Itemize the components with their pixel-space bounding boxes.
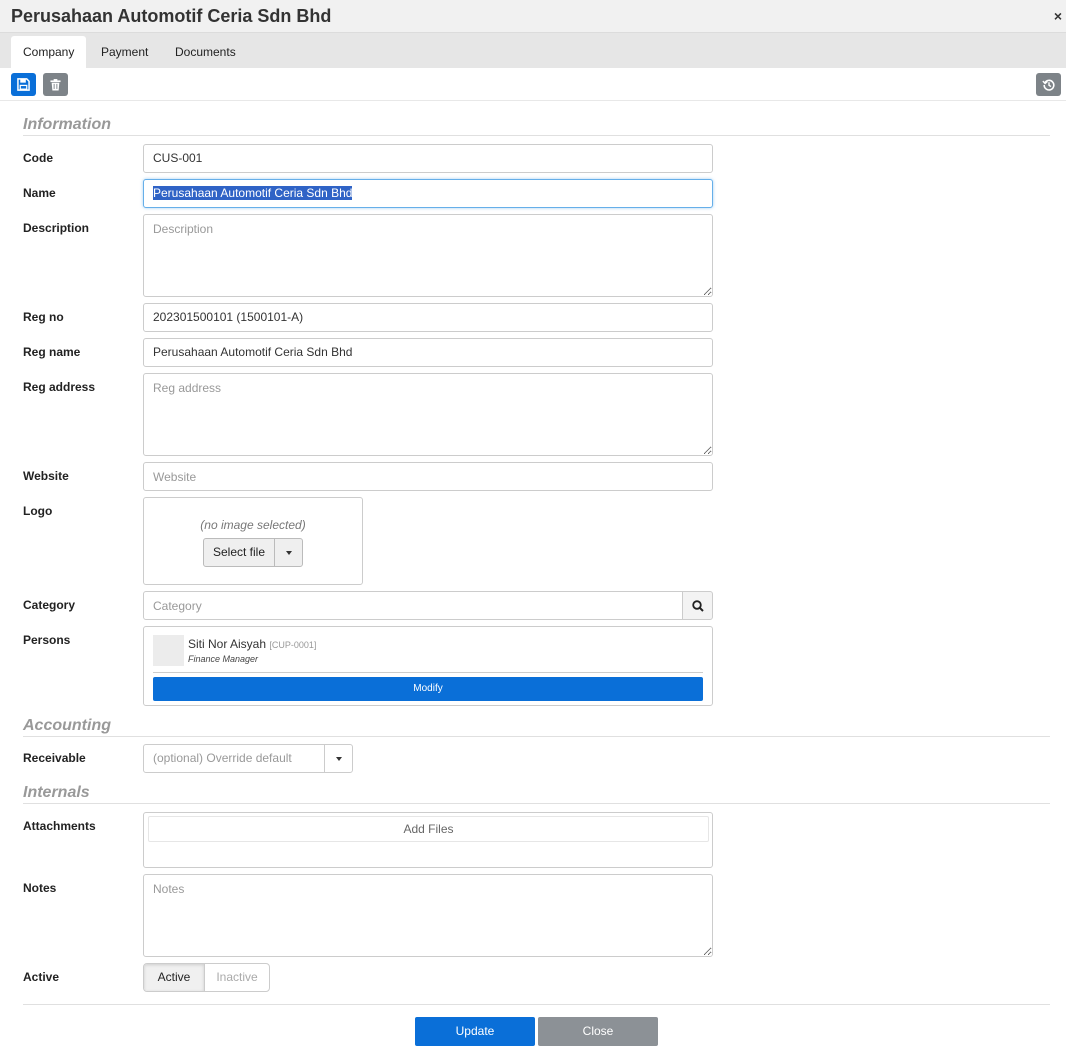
inactive-option[interactable]: Inactive <box>205 964 269 991</box>
website-label: Website <box>23 469 69 483</box>
persons-label: Persons <box>23 633 71 647</box>
name-input[interactable]: Perusahaan Automotif Ceria Sdn Bhd <box>143 179 713 208</box>
save-button[interactable] <box>11 73 36 96</box>
name-label: Name <box>23 186 56 200</box>
reg-name-input[interactable]: Perusahaan Automotif Ceria Sdn Bhd <box>143 338 713 367</box>
chevron-down-icon <box>285 550 292 555</box>
receivable-placeholder: (optional) Override default <box>153 751 292 765</box>
reg-no-input[interactable]: 202301500101 (1500101-A) <box>143 303 713 332</box>
attachments-box: Add Files <box>143 812 713 868</box>
logo-upload-box: (no image selected) Select file <box>143 497 363 585</box>
modify-persons-button[interactable]: Modify <box>153 677 703 701</box>
category-search-button[interactable] <box>682 591 713 620</box>
active-label: Active <box>23 970 60 984</box>
attachments-label: Attachments <box>23 819 96 833</box>
active-option[interactable]: Active <box>144 964 205 991</box>
category-input[interactable] <box>143 591 683 620</box>
tab-payment[interactable]: Payment <box>89 36 160 68</box>
logo-label: Logo <box>23 504 53 518</box>
chevron-down-icon <box>335 756 342 761</box>
avatar <box>153 635 184 666</box>
section-information-title: Information <box>23 116 111 133</box>
receivable-dropdown[interactable] <box>324 745 352 772</box>
toolbar <box>0 68 1066 101</box>
category-label: Category <box>23 598 76 612</box>
description-label: Description <box>23 221 90 235</box>
delete-button[interactable] <box>43 73 68 96</box>
search-icon <box>691 599 704 612</box>
receivable-select[interactable]: (optional) Override default <box>143 744 353 773</box>
footer-divider <box>23 1004 1050 1005</box>
reg-name-label: Reg name <box>23 345 81 359</box>
section-accounting-title: Accounting <box>23 717 111 734</box>
reg-address-label: Reg address <box>23 380 96 394</box>
history-button[interactable] <box>1036 73 1061 96</box>
select-file-dropdown[interactable] <box>275 539 302 566</box>
tab-bar: Company Payment Documents <box>0 33 1066 68</box>
history-icon <box>1041 79 1055 91</box>
website-input[interactable] <box>143 462 713 491</box>
notes-label: Notes <box>23 881 57 895</box>
close-icon[interactable]: × <box>1054 8 1062 24</box>
notes-textarea[interactable] <box>143 874 713 957</box>
description-textarea[interactable] <box>143 214 713 297</box>
close-button[interactable]: Close <box>538 1017 658 1046</box>
name-input-value: Perusahaan Automotif Ceria Sdn Bhd <box>153 186 353 200</box>
dialog-title: Perusahaan Automotif Ceria Sdn Bhd <box>11 6 332 26</box>
code-input[interactable]: CUS-001 <box>143 144 713 173</box>
tab-documents[interactable]: Documents <box>163 36 248 68</box>
save-icon <box>17 78 30 91</box>
select-file-split-button: Select file <box>203 538 303 567</box>
tab-company[interactable]: Company <box>11 36 87 68</box>
code-label: Code <box>23 151 53 165</box>
person-code: [CUP-0001] <box>269 640 317 650</box>
persons-divider <box>153 672 703 673</box>
person-entry[interactable]: Siti Nor Aisyah [CUP-0001] <box>188 637 316 651</box>
active-toggle: Active Inactive <box>143 963 270 992</box>
update-button[interactable]: Update <box>415 1017 535 1046</box>
receivable-label: Receivable <box>23 751 86 765</box>
section-divider <box>23 803 1050 804</box>
reg-address-textarea[interactable] <box>143 373 713 456</box>
section-divider <box>23 135 1050 136</box>
person-role: Finance Manager <box>188 654 259 664</box>
no-image-text: (no image selected) <box>200 518 306 532</box>
add-files-button[interactable]: Add Files <box>148 816 709 842</box>
persons-box: Siti Nor Aisyah [CUP-0001] Finance Manag… <box>143 626 713 706</box>
person-name: Siti Nor Aisyah <box>188 637 267 651</box>
reg-no-label: Reg no <box>23 310 64 324</box>
section-internals-title: Internals <box>23 784 90 801</box>
trash-icon <box>50 78 61 90</box>
section-divider <box>23 736 1050 737</box>
dialog-titlebar: Perusahaan Automotif Ceria Sdn Bhd × <box>0 0 1066 33</box>
select-file-button[interactable]: Select file <box>204 539 275 566</box>
